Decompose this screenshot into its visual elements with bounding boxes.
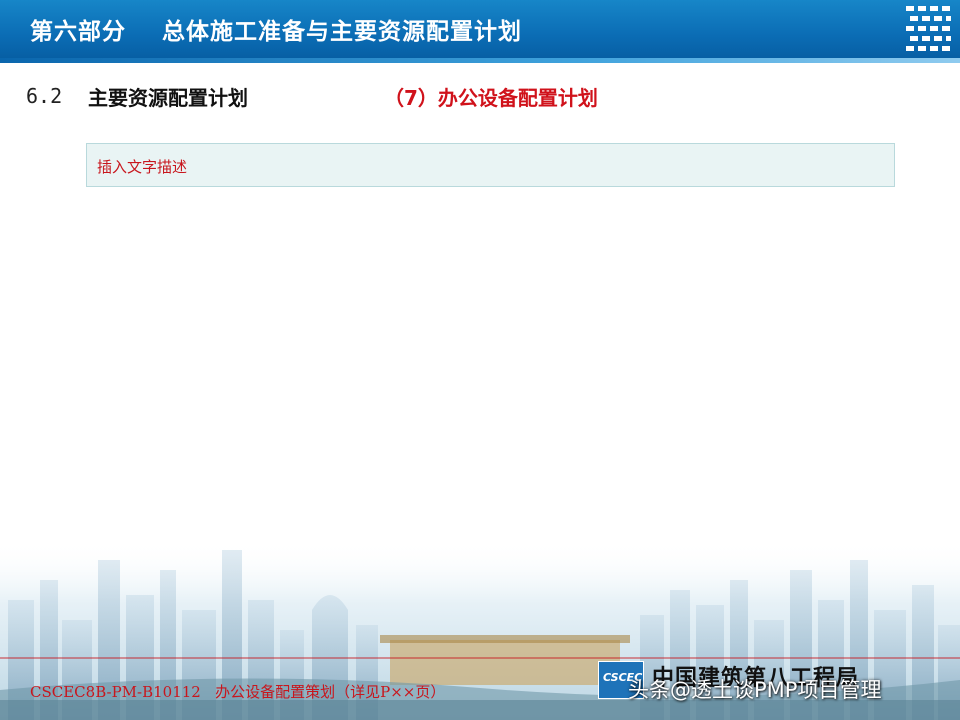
header-divider: [0, 58, 960, 63]
company-stripe-logo-icon: [906, 6, 951, 51]
text-placeholder-label: 插入文字描述: [97, 158, 188, 176]
header-bar: 第六部分 总体施工准备与主要资源配置计划: [0, 0, 960, 58]
section-title: 主要资源配置计划: [88, 86, 248, 110]
section-subtitle: （7）办公设备配置计划: [384, 86, 598, 110]
footer-document-code: CSCEC8B-PM-B10112 办公设备配置策划（详见P××页）: [30, 683, 446, 701]
section-number: 6.2: [26, 84, 63, 108]
watermark-text: 头条@透土谈PMP项目管理: [628, 678, 882, 702]
page-title: 第六部分 总体施工准备与主要资源配置计划: [30, 19, 523, 45]
text-placeholder-box[interactable]: 插入文字描述: [86, 143, 895, 187]
